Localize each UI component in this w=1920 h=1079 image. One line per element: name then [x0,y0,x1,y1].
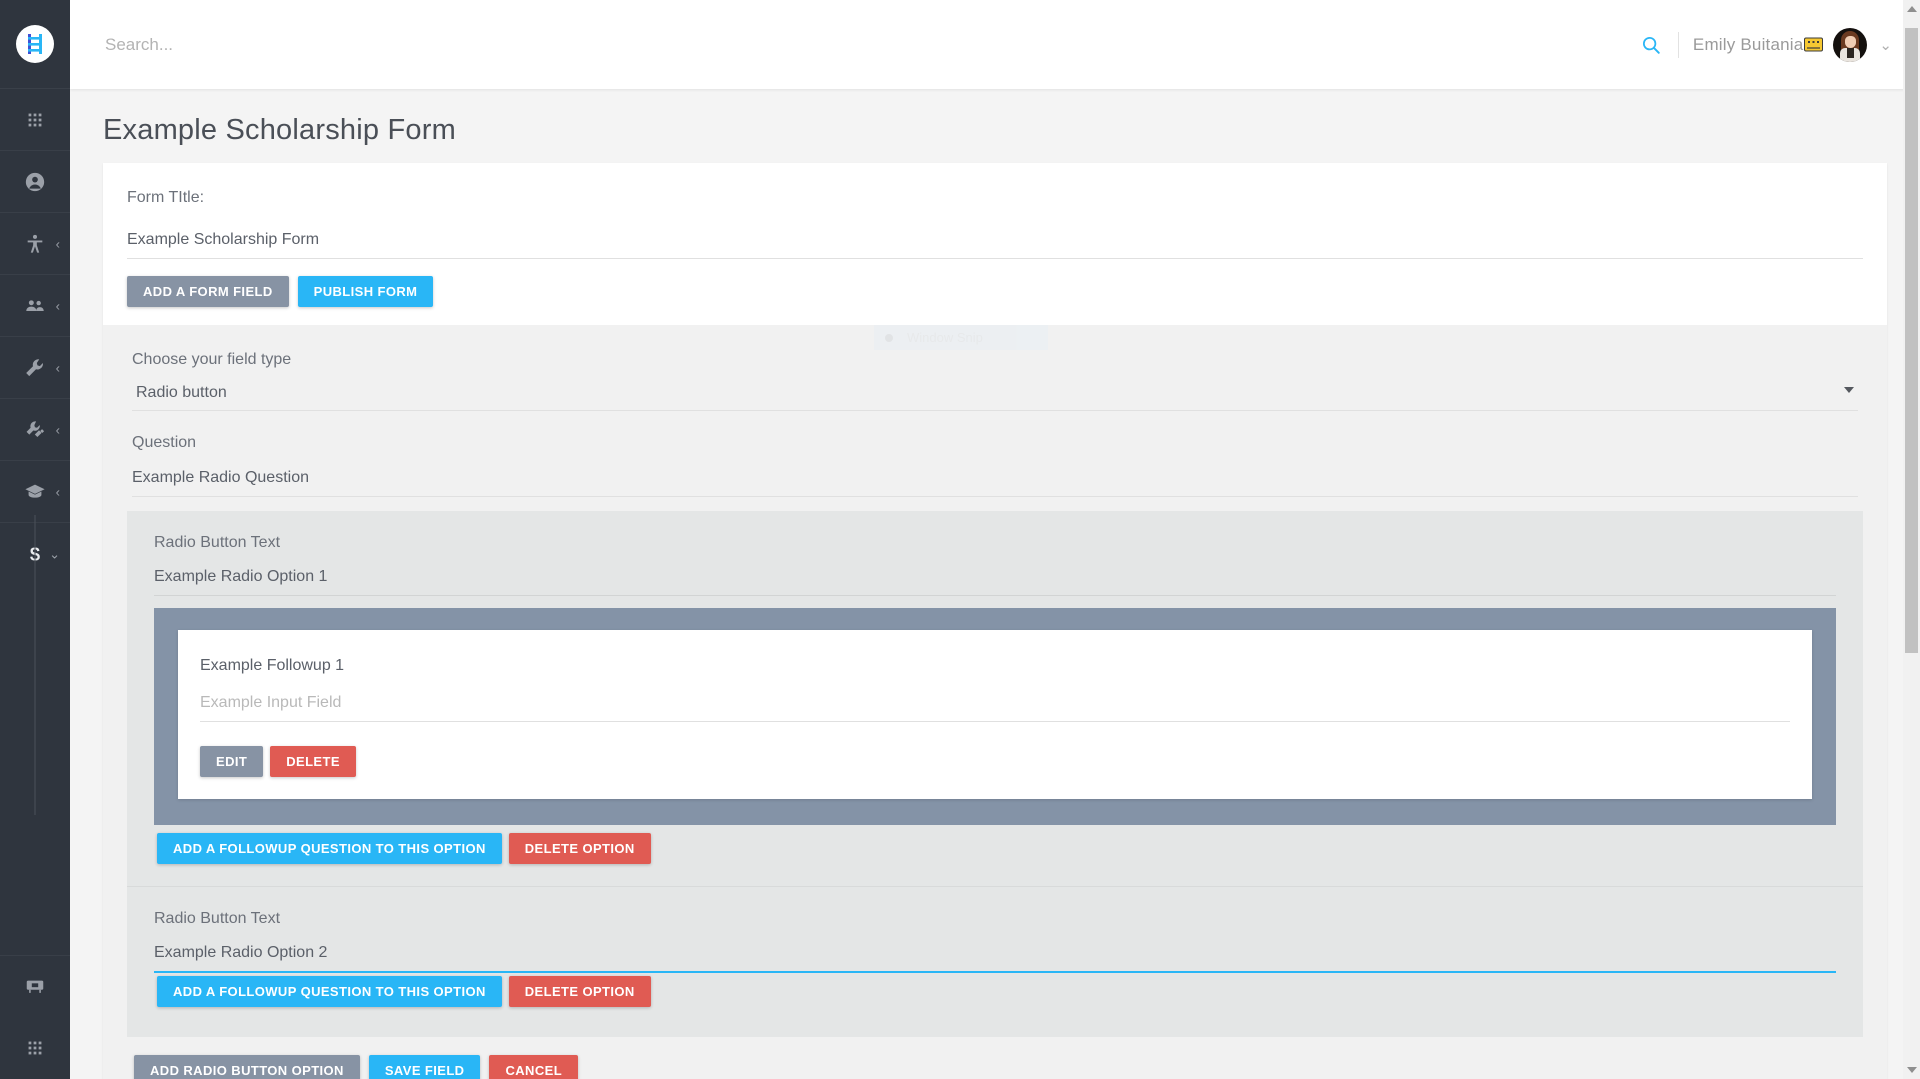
form-builder-card: Form TItle: ADD A FORM FIELD PUBLISH FOR… [103,163,1887,1079]
delete-option-button-2[interactable]: DELETE OPTION [508,976,651,1007]
grid-apps-icon [28,1041,42,1055]
top-header: Emily Buitania ⌄ [70,0,1920,89]
sidebar-item-tools[interactable]: ‹ [0,337,70,399]
radio-option-block-2: Radio Button Text ADD A FOLLOWUP QUESTIO… [127,886,1863,1037]
add-followup-question-button-1[interactable]: ADD A FOLLOWUP QUESTION TO THIS OPTION [157,833,502,864]
option-2-button-row: ADD A FOLLOWUP QUESTION TO THIS OPTION D… [154,973,1836,1029]
sidebar-item-academics[interactable]: ‹ [0,461,70,523]
scrollbar-thumb[interactable] [1905,28,1918,653]
avatar-collar [1847,47,1855,58]
sidebar: ‹ ‹ ‹ ‹ ‹ $ ⌄ [0,0,70,1079]
add-radio-button-option-button[interactable]: ADD RADIO BUTTON OPTION [134,1055,360,1079]
add-a-form-field-button[interactable]: ADD A FORM FIELD [127,276,289,307]
publish-form-button[interactable]: PUBLISH FORM [297,276,434,307]
accessibility-icon [27,234,43,253]
radio-option-block-1: Radio Button Text Example Followup 1 EDI… [127,511,1863,886]
crown-glyph [1804,37,1824,52]
edit-followup-button[interactable]: EDIT [200,746,264,777]
avatar[interactable] [1833,27,1868,62]
search-glyph [1642,36,1660,54]
field-type-label: Choose your field type [132,351,292,368]
window-snip-label: Window Snip [907,330,983,345]
graduation-cap-icon [25,484,45,498]
scroll-down-arrow-icon[interactable] [1906,1067,1917,1073]
sidebar-item-reports[interactable] [0,955,70,1017]
form-title-label: Form TItle: [127,189,205,206]
sidebar-item-modules[interactable] [0,1017,70,1079]
app-logo[interactable] [0,0,70,89]
followup-title: Example Followup 1 [200,657,345,674]
save-field-button[interactable]: SAVE FIELD [368,1055,481,1079]
radio-button-text-label: Radio Button Text [154,910,281,927]
grid-apps-icon [28,113,42,126]
chevron-left-icon: ‹ [55,484,60,499]
sidebar-item-dashboard[interactable] [0,89,70,151]
sidebar-bottom-group [0,955,70,1079]
user-name-label: Emily Buitania [1692,34,1804,54]
ladder-logo-icon [16,25,54,63]
sidebar-item-students[interactable]: ‹ [0,213,70,275]
avatar-face [1845,35,1857,48]
delete-followup-button[interactable]: DELETE [270,746,356,777]
chevron-down-icon[interactable]: ⌄ [1879,36,1892,54]
followup-input-field[interactable] [200,694,1790,722]
chevron-down-icon: ⌄ [49,546,60,562]
field-action-row: ADD RADIO BUTTON OPTION SAVE FIELD CANCE… [132,1037,1858,1079]
radio-option-input-2[interactable] [154,944,1836,973]
sidebar-item-admin[interactable]: ‹ [0,399,70,461]
scroll-up-arrow-icon[interactable] [1906,6,1917,12]
people-icon [26,299,44,311]
question-input[interactable] [132,462,1858,497]
page-title: Example Scholarship Form [103,114,456,146]
add-followup-question-button-2[interactable]: ADD A FOLLOWUP QUESTION TO THIS OPTION [157,976,502,1007]
hammer-wrench-icon [26,420,45,437]
form-title-input[interactable] [127,224,1863,259]
sidebar-item-groups[interactable]: ‹ [0,275,70,337]
header-right-group: Emily Buitania ⌄ [1640,27,1892,62]
option-1-button-row: ADD A FOLLOWUP QUESTION TO THIS OPTION D… [154,825,1836,886]
chevron-left-icon: ‹ [55,298,60,313]
header-divider [1677,31,1679,58]
followup-question-slate: Example Followup 1 EDIT DELETE [154,608,1836,825]
question-label: Question [132,434,197,451]
search-icon[interactable] [1640,34,1662,56]
wrench-icon [26,358,43,376]
window-snip-overlay[interactable]: Window Snip [874,325,1048,350]
ladder-logo-glyph [28,34,42,54]
chevron-left-icon: ‹ [55,422,60,437]
chevron-left-icon: ‹ [55,360,60,375]
chevron-left-icon: ‹ [55,236,60,251]
presentation-board-icon [26,980,44,993]
radio-option-input-1[interactable] [154,568,1836,596]
field-type-select[interactable]: Radio button [132,379,1858,411]
followup-button-row: EDIT DELETE [200,746,1790,777]
followup-question-card: Example Followup 1 EDIT DELETE [178,630,1812,799]
radio-button-text-label: Radio Button Text [154,534,281,551]
sidebar-submenu-rail [34,515,36,815]
window-snip-dot-icon [885,333,893,342]
page-scrollbar[interactable] [1903,0,1920,1079]
page-content: Example Scholarship Form Form TItle: ADD… [70,89,1920,1079]
cancel-button[interactable]: CANCEL [489,1055,579,1079]
user-circle-icon [25,172,45,191]
crown-icon [1804,37,1824,52]
sidebar-item-profile[interactable] [0,151,70,213]
field-editor-panel: Window Snip Choose your field type Radio… [103,325,1887,1079]
field-type-select-wrapper: Radio button [132,379,1858,411]
delete-option-button-1[interactable]: DELETE OPTION [508,833,651,864]
form-toolbar: ADD A FORM FIELD PUBLISH FORM [127,276,1863,325]
search-input[interactable] [105,34,705,55]
